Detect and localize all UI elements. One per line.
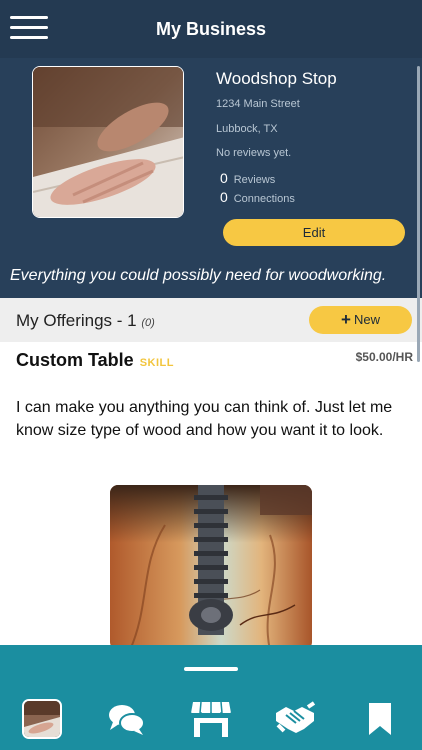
plus-icon: + bbox=[341, 310, 351, 329]
tab-chat[interactable] bbox=[106, 699, 146, 739]
offerings-header: My Offerings - 1 (0) + New bbox=[0, 298, 422, 342]
handshake-icon bbox=[276, 701, 316, 733]
tab-connections[interactable] bbox=[274, 699, 316, 739]
offering-title[interactable]: Custom Table SKILL bbox=[16, 350, 174, 371]
reviews-count: 0 bbox=[220, 170, 228, 186]
business-address: 1234 Main Street bbox=[216, 98, 300, 110]
offerings-title-text: My Offerings - 1 bbox=[16, 311, 137, 330]
business-tagline: Everything you could possibly need for w… bbox=[10, 267, 387, 284]
tab-store[interactable] bbox=[190, 699, 232, 739]
page-title: My Business bbox=[155, 19, 267, 39]
hands-on-wood-photo bbox=[33, 67, 183, 217]
tab-saved[interactable] bbox=[360, 699, 400, 739]
offering-price: $50.00/HR bbox=[355, 350, 413, 364]
drag-handle[interactable] bbox=[184, 667, 238, 671]
edit-button[interactable]: Edit bbox=[223, 219, 405, 246]
offering-description: I can make you anything you can think of… bbox=[16, 399, 393, 439]
store-icon bbox=[190, 701, 232, 737]
scrollbar[interactable] bbox=[417, 66, 420, 362]
new-button-label: New bbox=[353, 312, 380, 327]
reviews-label: Reviews bbox=[233, 174, 276, 186]
business-name: Woodshop Stop bbox=[216, 69, 337, 88]
business-photo[interactable] bbox=[32, 66, 184, 218]
wood-table-photo bbox=[110, 485, 312, 650]
offerings-count-note: (0) bbox=[141, 317, 155, 329]
offering-type-badge: SKILL bbox=[139, 357, 174, 369]
offering-photo[interactable] bbox=[110, 485, 312, 650]
review-status: No reviews yet. bbox=[216, 147, 292, 159]
bookmark-icon bbox=[369, 703, 391, 735]
offering-title-text: Custom Table bbox=[16, 350, 134, 370]
top-bar: My Business bbox=[0, 0, 422, 58]
business-city: Lubbock, TX bbox=[216, 123, 278, 135]
reviews-stat[interactable]: 0 Reviews bbox=[220, 170, 275, 186]
connections-count: 0 bbox=[220, 189, 228, 205]
chat-icon bbox=[109, 705, 145, 735]
offerings-title: My Offerings - 1 (0) bbox=[16, 311, 155, 331]
business-info-panel: Woodshop Stop 1234 Main Street Lubbock, … bbox=[0, 58, 422, 298]
tab-profile-avatar[interactable] bbox=[22, 699, 62, 739]
connections-label: Connections bbox=[233, 193, 295, 205]
new-offering-button[interactable]: + New bbox=[309, 306, 412, 334]
connections-stat[interactable]: 0 Connections bbox=[220, 189, 295, 205]
profile-avatar-icon bbox=[24, 701, 60, 737]
bottom-tab-bar bbox=[0, 645, 422, 750]
